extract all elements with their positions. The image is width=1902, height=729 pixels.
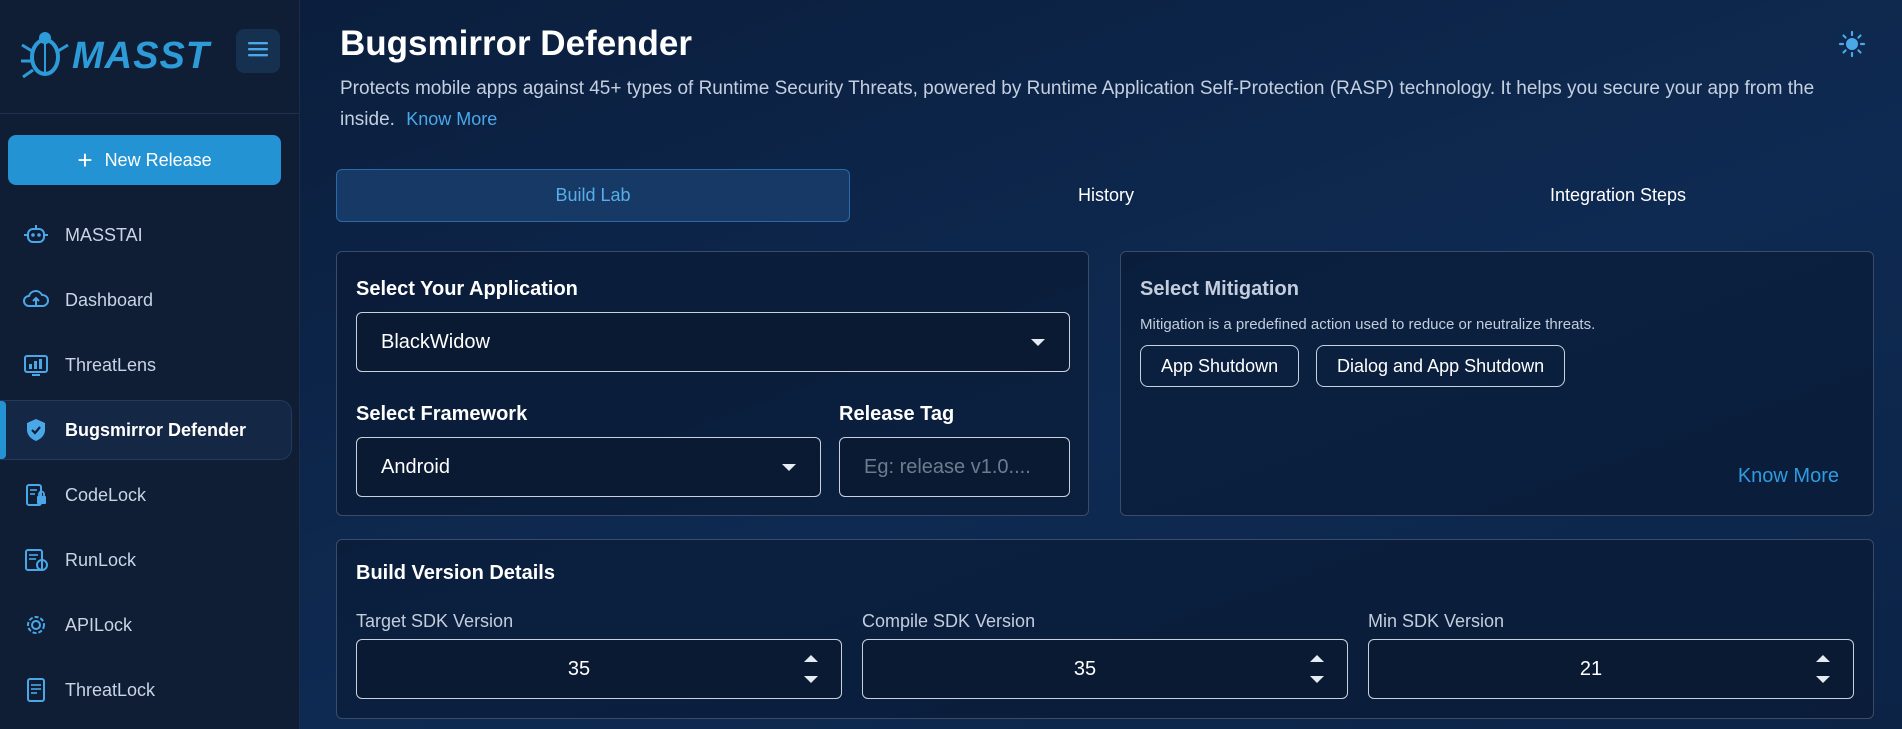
increment-icon[interactable] — [804, 655, 818, 662]
decrement-icon[interactable] — [804, 676, 818, 683]
tab-bar: Build Lab History Integration Steps — [336, 169, 1874, 222]
robot-icon — [22, 221, 50, 249]
min-sdk-label: Min SDK Version — [1368, 611, 1505, 631]
sidebar-item-label: Dashboard — [65, 289, 154, 310]
framework-select[interactable]: Android — [356, 437, 821, 497]
target-sdk-label: Target SDK Version — [356, 611, 514, 631]
sidebar-item-label: ThreatLens — [65, 354, 157, 375]
hamburger-icon — [248, 41, 268, 62]
target-sdk-value: 35 — [567, 657, 591, 680]
sidebar-item-label: ThreatLock — [65, 679, 156, 700]
release-tag-placeholder: Eg: release v1.0.... — [864, 455, 1031, 478]
build-version-title: Build Version Details — [356, 562, 555, 584]
brand-name: MASST — [72, 35, 210, 77]
framework-select-value: Android — [381, 455, 450, 478]
run-lock-icon — [22, 546, 50, 574]
sidebar-item-runlock[interactable]: RunLock — [0, 530, 292, 590]
threat-doc-icon — [22, 676, 50, 704]
mitigation-know-more-link[interactable]: Know More — [1738, 465, 1839, 488]
application-card: Select Your Application BlackWidow Selec… — [336, 251, 1089, 516]
bug-logo-icon — [20, 27, 70, 86]
increment-icon[interactable] — [1310, 655, 1324, 662]
stepper-arrows — [781, 640, 841, 698]
sidebar-item-label: MASSTAI — [65, 224, 143, 245]
stepper-arrows — [1793, 640, 1853, 698]
mitigation-card: Select Mitigation Mitigation is a predef… — [1120, 251, 1874, 516]
chevron-down-icon — [782, 463, 796, 471]
description-text: Protects mobile apps against 45+ types o… — [340, 78, 1815, 130]
plus-icon: + — [77, 145, 93, 175]
page-title: Bugsmirror Defender — [340, 24, 693, 63]
release-tag-input[interactable]: Eg: release v1.0.... — [839, 437, 1070, 497]
sidebar-item-codelock[interactable]: CodeLock — [0, 465, 292, 525]
sidebar-item-bugsmirror-defender[interactable]: Bugsmirror Defender — [0, 400, 292, 460]
sidebar: MASST + New Release MASSTAI Dashboard Th… — [0, 0, 300, 729]
release-tag-label: Release Tag — [839, 403, 955, 425]
chevron-down-icon — [1031, 338, 1045, 346]
sidebar-item-threatlock[interactable]: ThreatLock — [0, 660, 292, 720]
brand-header: MASST — [0, 0, 299, 114]
code-lock-icon — [22, 481, 50, 509]
application-select-value: BlackWidow — [381, 330, 490, 353]
stepper-arrows — [1287, 640, 1347, 698]
select-app-label: Select Your Application — [356, 278, 578, 300]
decrement-icon[interactable] — [1310, 676, 1324, 683]
sidebar-item-label: APILock — [65, 614, 133, 635]
new-release-label: New Release — [104, 149, 212, 170]
sidebar-item-threatlens[interactable]: ThreatLens — [0, 335, 292, 395]
sidebar-item-label: Bugsmirror Defender — [65, 419, 247, 440]
build-version-card: Build Version Details Target SDK Version… — [336, 539, 1874, 719]
shield-icon — [22, 416, 50, 444]
know-more-link[interactable]: Know More — [406, 109, 497, 129]
sun-icon[interactable] — [1838, 30, 1866, 63]
cloud-icon — [22, 286, 50, 314]
new-release-button[interactable]: + New Release — [8, 135, 281, 185]
menu-toggle-button[interactable] — [236, 29, 280, 73]
tab-build-lab[interactable]: Build Lab — [336, 169, 850, 222]
framework-label: Select Framework — [356, 403, 528, 425]
page-description: Protects mobile apps against 45+ types o… — [340, 74, 1820, 135]
mitigation-title: Select Mitigation — [1140, 278, 1299, 300]
application-select[interactable]: BlackWidow — [356, 312, 1070, 372]
main-content: Bugsmirror Defender Protects mobile apps… — [300, 0, 1902, 729]
app-shutdown-option[interactable]: App Shutdown — [1140, 345, 1300, 387]
compile-sdk-label: Compile SDK Version — [862, 611, 1036, 631]
sidebar-item-label: RunLock — [65, 549, 137, 570]
compile-sdk-value: 35 — [1073, 657, 1097, 680]
min-sdk-value: 21 — [1579, 657, 1603, 680]
app-root: MASST + New Release MASSTAI Dashboard Th… — [0, 0, 1902, 729]
api-gear-icon — [22, 611, 50, 639]
decrement-icon[interactable] — [1816, 676, 1830, 683]
dialog-and-app-shutdown-option[interactable]: Dialog and App Shutdown — [1316, 345, 1566, 387]
compile-sdk-stepper[interactable]: 35 — [862, 639, 1348, 699]
tab-integration-steps[interactable]: Integration Steps — [1362, 169, 1874, 222]
sidebar-nav: MASSTAI Dashboard ThreatLens Bugsmirror … — [0, 205, 300, 725]
sidebar-item-apilock[interactable]: APILock — [0, 595, 292, 655]
tab-history[interactable]: History — [850, 169, 1362, 222]
target-sdk-stepper[interactable]: 35 — [356, 639, 842, 699]
mitigation-description: Mitigation is a predefined action used t… — [1140, 316, 1596, 333]
sidebar-item-dashboard[interactable]: Dashboard — [0, 270, 292, 330]
monitor-chart-icon — [22, 351, 50, 379]
sidebar-item-masstai[interactable]: MASSTAI — [0, 205, 292, 265]
increment-icon[interactable] — [1816, 655, 1830, 662]
sidebar-item-label: CodeLock — [65, 484, 147, 505]
logo[interactable]: MASST — [20, 27, 210, 86]
min-sdk-stepper[interactable]: 21 — [1368, 639, 1854, 699]
